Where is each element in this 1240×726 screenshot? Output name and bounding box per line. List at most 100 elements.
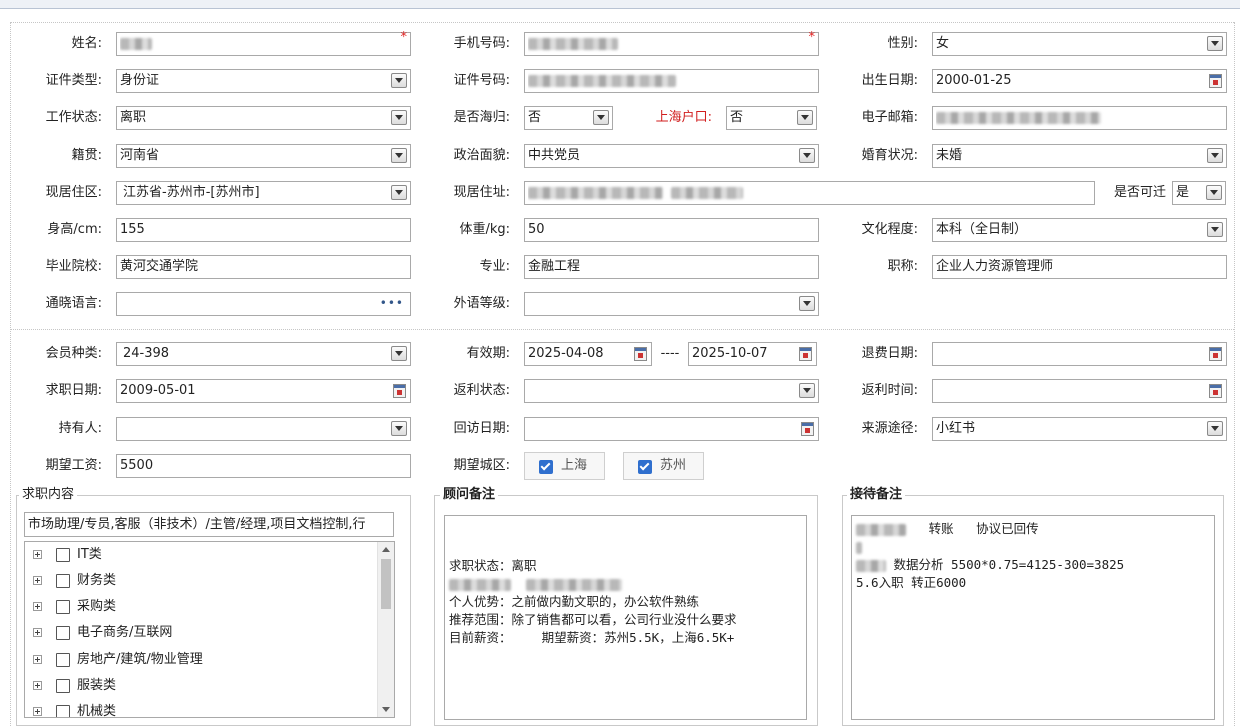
consultant-notes-legend: 顾问备注 bbox=[440, 487, 499, 503]
chevron-down-icon[interactable] bbox=[391, 421, 407, 436]
valid-end-input[interactable]: 2025-10-07 bbox=[688, 342, 817, 366]
reception-notes-textarea[interactable]: 转账 协议已回传 数据分析 5500*0.75=4125-300=3825 5.… bbox=[851, 515, 1215, 720]
expand-icon[interactable] bbox=[33, 602, 42, 611]
checkbox[interactable] bbox=[56, 653, 70, 667]
job-content-summary[interactable]: 市场助理/专员,客服（非技术）/主管/经理,项目文档控制,行 bbox=[24, 512, 394, 537]
note-line bbox=[856, 538, 862, 556]
chevron-down-icon[interactable] bbox=[799, 383, 815, 398]
calendar-icon[interactable] bbox=[393, 384, 406, 398]
expected-salary-input[interactable]: 5500 bbox=[116, 454, 411, 478]
native-place-select[interactable]: 河南省 bbox=[116, 144, 411, 168]
chevron-down-icon[interactable] bbox=[1207, 421, 1223, 436]
expand-icon[interactable] bbox=[33, 707, 42, 716]
chevron-down-icon[interactable] bbox=[1207, 222, 1223, 237]
marital-select[interactable]: 未婚 bbox=[932, 144, 1227, 168]
expand-icon[interactable] bbox=[33, 576, 42, 585]
tree-item-purchasing[interactable]: 采购类 bbox=[25, 594, 380, 620]
calendar-icon[interactable] bbox=[1209, 74, 1222, 88]
work-status-select[interactable]: 离职 bbox=[116, 106, 411, 130]
calendar-icon[interactable] bbox=[799, 347, 812, 361]
tree-item-ecommerce[interactable]: 电子商务/互联网 bbox=[25, 620, 380, 646]
scroll-up-icon[interactable] bbox=[382, 547, 390, 552]
scroll-thumb[interactable] bbox=[381, 559, 391, 609]
languages-picker[interactable]: ••• bbox=[116, 292, 411, 316]
chevron-down-icon[interactable] bbox=[1207, 36, 1223, 51]
residence-area-select[interactable]: 江苏省-苏州市-[苏州市] bbox=[116, 181, 411, 205]
checkbox[interactable] bbox=[56, 548, 70, 562]
chevron-down-icon[interactable] bbox=[1206, 185, 1222, 200]
checkbox-checked-icon[interactable] bbox=[539, 460, 553, 474]
more-icon[interactable]: ••• bbox=[380, 293, 404, 313]
shanghai-hukou-select[interactable]: 否 bbox=[726, 106, 817, 130]
expand-icon[interactable] bbox=[33, 681, 42, 690]
gender-select[interactable]: 女 bbox=[932, 32, 1227, 56]
scroll-down-icon[interactable] bbox=[382, 707, 390, 712]
tree-item-it[interactable]: IT类 bbox=[25, 542, 380, 568]
major-input[interactable]: 金融工程 bbox=[524, 255, 819, 279]
top-divider bbox=[10, 22, 1234, 23]
job-category-tree[interactable]: IT类 财务类 采购类 电子商务/互联网 房地产/建筑/物业管理 服装类 机械类 bbox=[24, 541, 395, 718]
consultant-notes-textarea[interactable]: 求职状态：离职 个人优势：之前做内勤文职的，办公软件熟练 推荐范围：除了销售都可… bbox=[444, 515, 807, 720]
calendar-icon[interactable] bbox=[634, 347, 647, 361]
chevron-down-icon[interactable] bbox=[799, 148, 815, 163]
checkbox[interactable] bbox=[56, 574, 70, 588]
expand-icon[interactable] bbox=[33, 655, 42, 664]
residence-address-input[interactable] bbox=[524, 181, 1095, 205]
calendar-icon[interactable] bbox=[1209, 347, 1222, 361]
job-search-date-input[interactable]: 2009-05-01 bbox=[116, 379, 411, 403]
foreign-level-select[interactable] bbox=[524, 292, 819, 316]
chevron-down-icon[interactable] bbox=[1207, 148, 1223, 163]
checkbox[interactable] bbox=[56, 705, 70, 717]
chevron-down-icon[interactable] bbox=[391, 346, 407, 361]
relocate-select[interactable]: 是 bbox=[1172, 181, 1226, 205]
job-content-legend: 求职内容 bbox=[19, 487, 78, 503]
source-select[interactable]: 小红书 bbox=[932, 417, 1227, 441]
city-option-suzhou[interactable]: 苏州 bbox=[623, 452, 704, 480]
checkbox[interactable] bbox=[56, 626, 70, 640]
height-input[interactable]: 155 bbox=[116, 218, 411, 242]
expand-icon[interactable] bbox=[33, 550, 42, 559]
chevron-down-icon[interactable] bbox=[797, 110, 813, 125]
mobile-input[interactable]: * bbox=[524, 31, 819, 56]
calendar-icon[interactable] bbox=[801, 422, 814, 436]
tree-item-finance[interactable]: 财务类 bbox=[25, 568, 380, 594]
birth-date-input[interactable]: 2000-01-25 bbox=[932, 69, 1227, 93]
chevron-down-icon[interactable] bbox=[391, 110, 407, 125]
chevron-down-icon[interactable] bbox=[799, 296, 815, 311]
checkbox[interactable] bbox=[56, 600, 70, 614]
title-input[interactable]: 企业人力资源管理师 bbox=[932, 255, 1227, 279]
returnee-select[interactable]: 否 bbox=[524, 106, 613, 130]
member-type-select[interactable]: 24-398 bbox=[116, 342, 411, 366]
email-input[interactable] bbox=[932, 106, 1227, 130]
name-input[interactable]: * bbox=[116, 31, 411, 56]
chevron-down-icon[interactable] bbox=[391, 148, 407, 163]
expand-icon[interactable] bbox=[33, 628, 42, 637]
checkbox-checked-icon[interactable] bbox=[638, 460, 652, 474]
shanghai-hukou-value: 否 bbox=[730, 110, 744, 125]
tree-item-machinery[interactable]: 机械类 bbox=[25, 699, 380, 717]
school-input[interactable]: 黄河交通学院 bbox=[116, 255, 411, 279]
refund-date-input[interactable] bbox=[932, 342, 1227, 366]
chevron-down-icon[interactable] bbox=[593, 110, 609, 125]
tree-scrollbar[interactable] bbox=[377, 542, 394, 717]
id-type-select[interactable]: 身份证 bbox=[116, 69, 411, 93]
chevron-down-icon[interactable] bbox=[391, 73, 407, 88]
weight-input[interactable]: 50 bbox=[524, 218, 819, 242]
education-select[interactable]: 本科（全日制） bbox=[932, 218, 1227, 242]
political-select[interactable]: 中共党员 bbox=[524, 144, 819, 168]
rebate-time-input[interactable] bbox=[932, 379, 1227, 403]
city-option-label: 上海 bbox=[561, 458, 588, 473]
visit-date-input[interactable] bbox=[524, 417, 819, 441]
valid-start-input[interactable]: 2025-04-08 bbox=[524, 342, 652, 366]
rebate-status-select[interactable] bbox=[524, 379, 819, 403]
checkbox[interactable] bbox=[56, 679, 70, 693]
blurred-value bbox=[120, 37, 152, 50]
tree-item-real-estate[interactable]: 房地产/建筑/物业管理 bbox=[25, 647, 380, 673]
holder-select[interactable] bbox=[116, 417, 411, 441]
id-number-input[interactable] bbox=[524, 69, 819, 93]
city-option-shanghai[interactable]: 上海 bbox=[524, 452, 605, 480]
valid-start-value: 2025-04-08 bbox=[528, 346, 604, 361]
tree-item-apparel[interactable]: 服装类 bbox=[25, 673, 380, 699]
calendar-icon[interactable] bbox=[1209, 384, 1222, 398]
chevron-down-icon[interactable] bbox=[391, 185, 407, 200]
